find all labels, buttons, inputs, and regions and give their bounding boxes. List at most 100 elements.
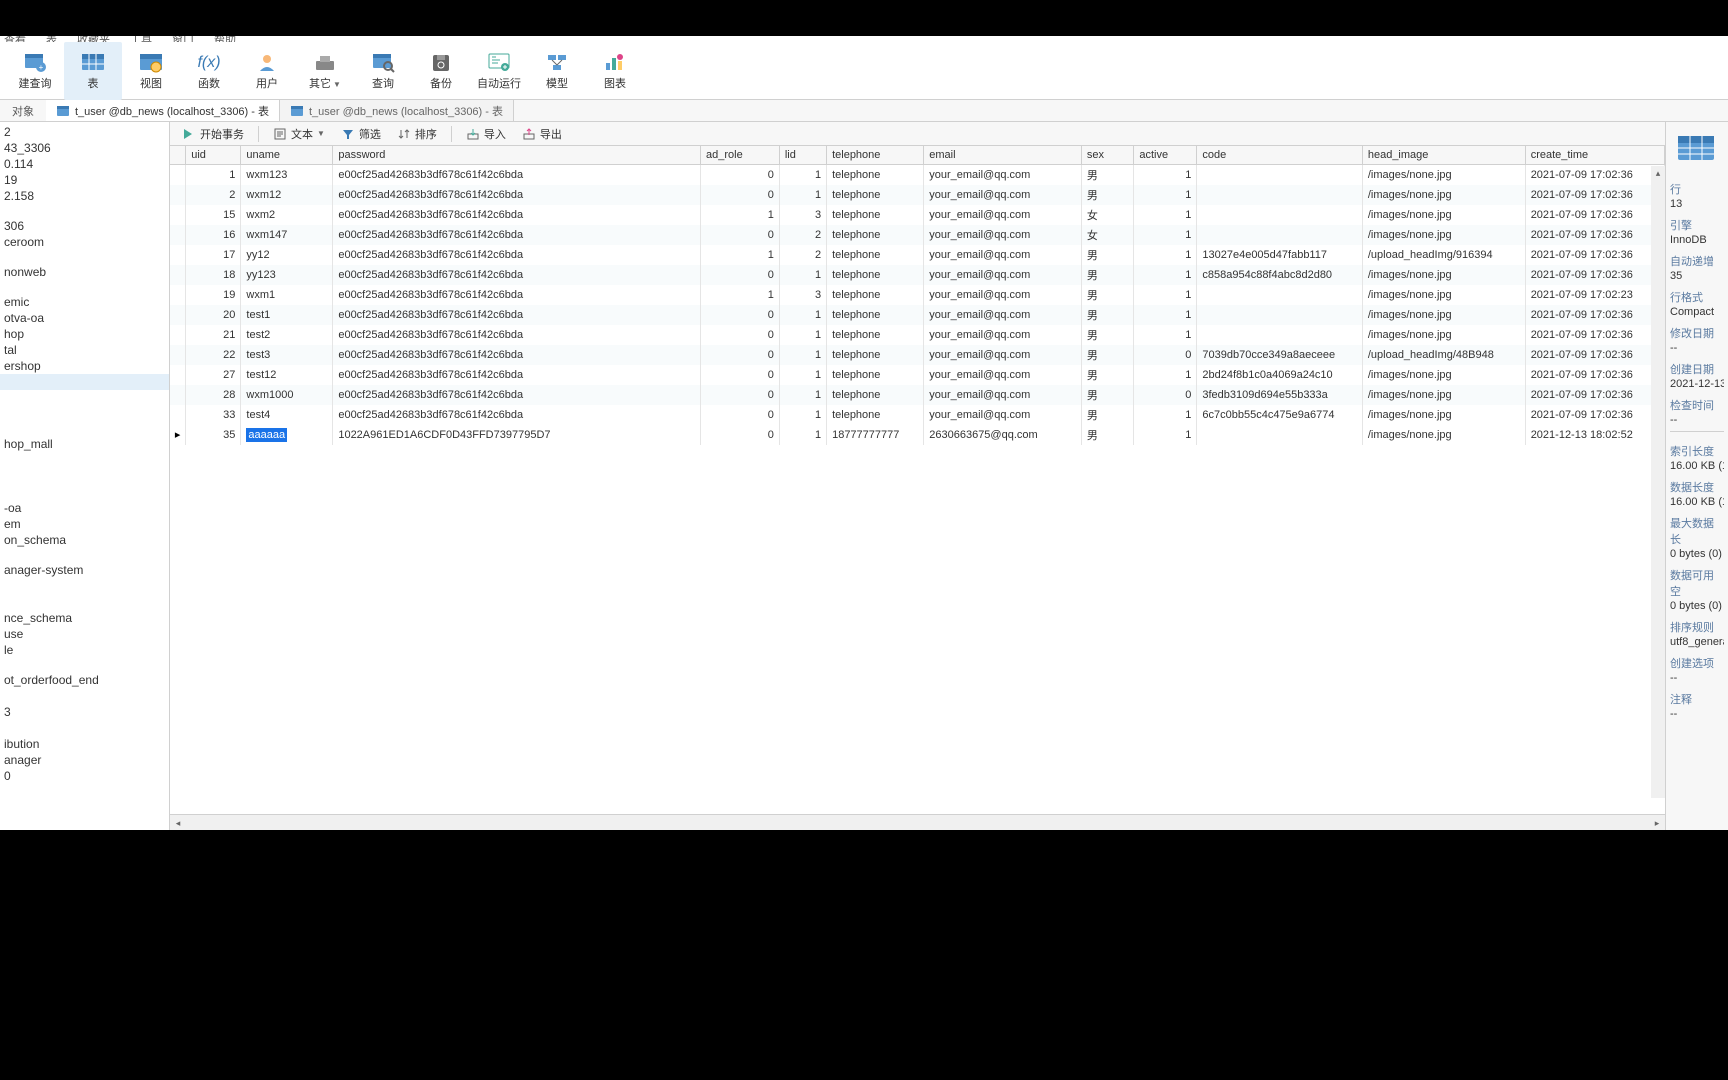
cell-email[interactable]: your_email@qq.com <box>924 405 1082 425</box>
cell-password[interactable]: e00cf25ad42683b3df678c61f42c6bda <box>333 325 701 345</box>
tab-objects[interactable]: 对象 <box>0 100 46 121</box>
cell-create_time[interactable]: 2021-12-13 18:02:52 <box>1525 425 1664 445</box>
tree-node[interactable] <box>0 390 169 406</box>
toolbar-view-button[interactable]: 视图 <box>122 42 180 100</box>
col-create_time[interactable]: create_time <box>1525 146 1664 164</box>
cell-active[interactable]: 1 <box>1134 305 1197 325</box>
cell-active[interactable]: 1 <box>1134 425 1197 445</box>
cell-telephone[interactable]: telephone <box>827 185 924 205</box>
col-head_image[interactable]: head_image <box>1362 146 1525 164</box>
cell-uid[interactable]: 2 <box>186 185 241 205</box>
cell-sex[interactable]: 男 <box>1081 185 1134 205</box>
cell-lid[interactable]: 1 <box>779 405 826 425</box>
cell-lid[interactable]: 1 <box>779 185 826 205</box>
tree-node[interactable]: use <box>0 626 169 642</box>
toolbar-user-button[interactable]: 用户 <box>238 42 296 100</box>
tree-node[interactable]: ceroom <box>0 234 169 250</box>
cell-password[interactable]: e00cf25ad42683b3df678c61f42c6bda <box>333 164 701 185</box>
cell-uname[interactable]: yy123 <box>241 265 333 285</box>
cell-email[interactable]: 2630663675@qq.com <box>924 425 1082 445</box>
cell-head_image[interactable]: /images/none.jpg <box>1362 265 1525 285</box>
cell-head_image[interactable]: /images/none.jpg <box>1362 425 1525 445</box>
table-row[interactable]: 28wxm1000e00cf25ad42683b3df678c61f42c6bd… <box>170 385 1665 405</box>
cell-create_time[interactable]: 2021-07-09 17:02:36 <box>1525 205 1664 225</box>
cell-head_image[interactable]: /images/none.jpg <box>1362 285 1525 305</box>
toolbar-chart-button[interactable]: 图表 <box>586 42 644 100</box>
cell-ad_role[interactable]: 0 <box>701 365 780 385</box>
toolbar-func-button[interactable]: f(x)函数 <box>180 42 238 100</box>
cell-password[interactable]: 1022A961ED1A6CDF0D43FFD7397795D7 <box>333 425 701 445</box>
cell-uname[interactable]: test4 <box>241 405 333 425</box>
cell-password[interactable]: e00cf25ad42683b3df678c61f42c6bda <box>333 205 701 225</box>
cell-email[interactable]: your_email@qq.com <box>924 365 1082 385</box>
cell-code[interactable]: c858a954c88f4abc8d2d80 <box>1197 265 1362 285</box>
cell-code[interactable]: 2bd24f8b1c0a4069a24c10 <box>1197 365 1362 385</box>
import-button[interactable]: 导入 <box>460 124 512 144</box>
tree-node[interactable]: hop_mall <box>0 436 169 452</box>
cell-uname[interactable]: test3 <box>241 345 333 365</box>
col-uname[interactable]: uname <box>241 146 333 164</box>
cell-telephone[interactable]: telephone <box>827 265 924 285</box>
cell-lid[interactable]: 3 <box>779 205 826 225</box>
cell-ad_role[interactable]: 0 <box>701 385 780 405</box>
toolbar-query-button[interactable]: 查询 <box>354 42 412 100</box>
cell-active[interactable]: 1 <box>1134 325 1197 345</box>
tree-node[interactable]: 2 <box>0 124 169 140</box>
col-password[interactable]: password <box>333 146 701 164</box>
tree-node[interactable]: 19 <box>0 172 169 188</box>
cell-uname[interactable]: wxm1 <box>241 285 333 305</box>
cell-sex[interactable]: 男 <box>1081 385 1134 405</box>
cell-code[interactable] <box>1197 425 1362 445</box>
cell-lid[interactable]: 1 <box>779 385 826 405</box>
cell-uname[interactable]: wxm123 <box>241 164 333 185</box>
tree-node[interactable]: nonweb <box>0 264 169 280</box>
cell-email[interactable]: your_email@qq.com <box>924 285 1082 305</box>
cell-head_image[interactable]: /images/none.jpg <box>1362 385 1525 405</box>
cell-uid[interactable]: 27 <box>186 365 241 385</box>
tree-node[interactable]: ershop <box>0 358 169 374</box>
cell-email[interactable]: your_email@qq.com <box>924 265 1082 285</box>
cell-sex[interactable]: 女 <box>1081 205 1134 225</box>
tree-node[interactable]: 43_3306 <box>0 140 169 156</box>
cell-uname[interactable]: wxm12 <box>241 185 333 205</box>
cell-code[interactable] <box>1197 285 1362 305</box>
tree-node[interactable] <box>0 594 169 610</box>
tree-node[interactable]: tal <box>0 342 169 358</box>
scroll-left-icon[interactable]: ◂ <box>171 816 185 830</box>
toolbar-model-button[interactable]: 模型 <box>528 42 586 100</box>
cell-ad_role[interactable]: 0 <box>701 164 780 185</box>
cell-sex[interactable]: 女 <box>1081 225 1134 245</box>
cell-email[interactable]: your_email@qq.com <box>924 305 1082 325</box>
cell-ad_role[interactable]: 0 <box>701 345 780 365</box>
cell-lid[interactable]: 1 <box>779 425 826 445</box>
cell-create_time[interactable]: 2021-07-09 17:02:36 <box>1525 365 1664 385</box>
cell-head_image[interactable]: /images/none.jpg <box>1362 185 1525 205</box>
tree-node[interactable]: otva-oa <box>0 310 169 326</box>
cell-email[interactable]: your_email@qq.com <box>924 245 1082 265</box>
cell-telephone[interactable]: telephone <box>827 164 924 185</box>
col-ad_role[interactable]: ad_role <box>701 146 780 164</box>
cell-active[interactable]: 1 <box>1134 265 1197 285</box>
scroll-up-icon[interactable]: ▴ <box>1651 166 1665 180</box>
tree-node[interactable] <box>0 578 169 594</box>
cell-lid[interactable]: 1 <box>779 345 826 365</box>
cell-lid[interactable]: 1 <box>779 164 826 185</box>
cell-lid[interactable]: 2 <box>779 225 826 245</box>
tree-node[interactable]: 2.158 <box>0 188 169 204</box>
tree-node[interactable]: le <box>0 642 169 658</box>
col-active[interactable]: active <box>1134 146 1197 164</box>
cell-telephone[interactable]: telephone <box>827 365 924 385</box>
cell-password[interactable]: e00cf25ad42683b3df678c61f42c6bda <box>333 185 701 205</box>
cell-active[interactable]: 1 <box>1134 185 1197 205</box>
table-row[interactable]: 33test4e00cf25ad42683b3df678c61f42c6bda0… <box>170 405 1665 425</box>
cell-create_time[interactable]: 2021-07-09 17:02:36 <box>1525 345 1664 365</box>
cell-sex[interactable]: 男 <box>1081 305 1134 325</box>
cell-lid[interactable]: 2 <box>779 245 826 265</box>
cell-email[interactable]: your_email@qq.com <box>924 385 1082 405</box>
table-row[interactable]: 22test3e00cf25ad42683b3df678c61f42c6bda0… <box>170 345 1665 365</box>
cell-uid[interactable]: 22 <box>186 345 241 365</box>
cell-code[interactable] <box>1197 325 1362 345</box>
cell-ad_role[interactable]: 0 <box>701 225 780 245</box>
cell-ad_role[interactable]: 1 <box>701 245 780 265</box>
col-uid[interactable]: uid <box>186 146 241 164</box>
